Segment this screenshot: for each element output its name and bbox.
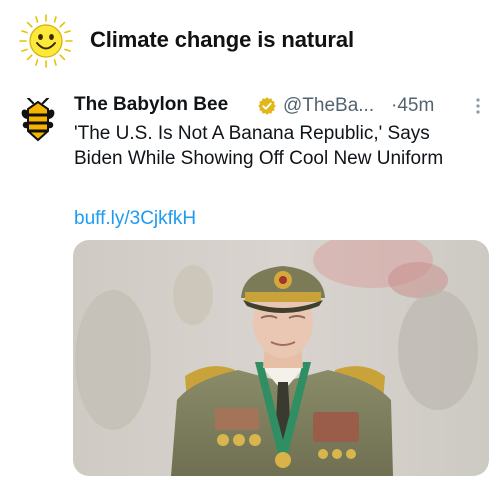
babylon-bee-logo-avatar[interactable] [19,96,57,142]
tweet-body: 'The U.S. Is Not A Banana Republic,' Say… [74,123,444,169]
tweet-timestamp[interactable]: ·45m [391,95,434,117]
more-options-icon[interactable] [468,96,488,116]
verified-badge-icon [257,96,277,116]
tweet-meta: The Babylon Bee @TheBa... ·45m [74,94,484,120]
embedded-tweet[interactable]: The Babylon Bee @TheBa... ·45m 'The U.S.… [0,84,500,482]
post-header: Climate change is natural [0,0,500,84]
smiling-sun-icon [18,13,74,69]
post-title: Climate change is natural [90,27,355,52]
author-handle[interactable]: @TheBa... [283,95,374,117]
author-name[interactable]: The Babylon Bee [74,94,228,116]
tweet-link[interactable]: buff.ly/3CjkfkH [74,208,196,230]
tweet-media-image[interactable] [73,240,489,476]
